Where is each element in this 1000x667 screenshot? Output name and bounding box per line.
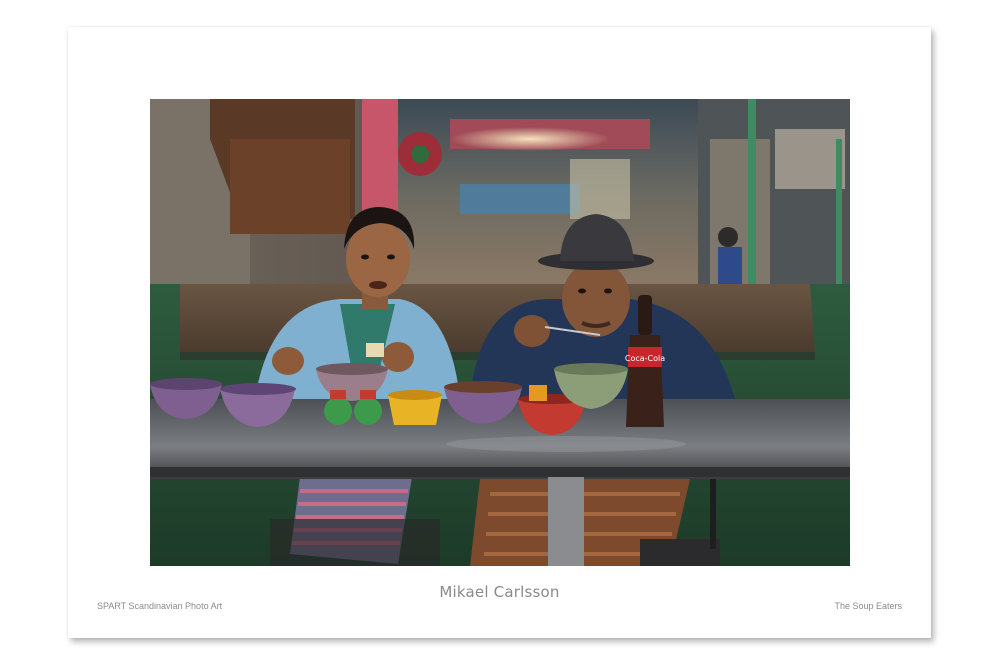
publisher-label: SPART Scandinavian Photo Art	[97, 601, 223, 611]
photo-illustration: Coca-Cola	[150, 99, 850, 566]
photograph: Coca-Cola	[150, 99, 850, 566]
poster-card: Coca-Cola Mikael Carlsson SPART Scandina…	[68, 27, 931, 638]
table-leg	[548, 477, 584, 566]
work-title: The Soup Eaters	[834, 601, 902, 611]
bottle-label: Coca-Cola	[625, 354, 665, 363]
photographer-name: Mikael Carlsson	[439, 583, 560, 601]
